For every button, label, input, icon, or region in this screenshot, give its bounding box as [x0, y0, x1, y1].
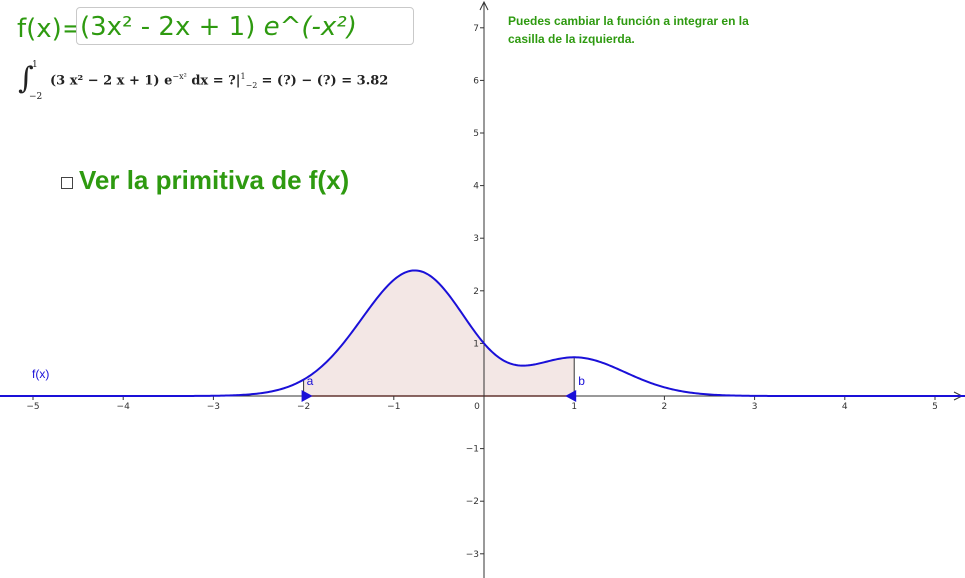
- integral-dx: dx = ?|: [186, 73, 241, 89]
- y-tick-label: 1: [473, 339, 479, 349]
- y-tick-label: 3: [473, 234, 479, 244]
- evaluation-lower: −2: [245, 80, 258, 90]
- show-primitive-label[interactable]: Ver la primitiva de f(x): [79, 165, 349, 196]
- x-tick-label: 1: [571, 402, 577, 412]
- integral-lower-limit: −2: [29, 92, 43, 102]
- integral-upper-limit: 1: [32, 60, 38, 70]
- x-tick-label: 3: [752, 402, 758, 412]
- x-tick-label: 5: [932, 402, 938, 412]
- curve-label: f(x): [32, 367, 49, 381]
- y-tick-label: 6: [473, 76, 479, 86]
- y-tick-label: 5: [473, 129, 479, 139]
- y-tick-label: −1: [466, 445, 479, 455]
- integrand: (3 x² − 2 x + 1) e: [50, 73, 173, 89]
- show-primitive-checkbox[interactable]: [61, 176, 73, 189]
- x-tick-label: −2: [297, 402, 310, 412]
- x-tick-label: −3: [207, 402, 220, 412]
- integral-area: [303, 270, 575, 396]
- integral-body: (3 x² − 2 x + 1) e−x² dx = ?|1−2 = (?) −…: [50, 72, 388, 90]
- evaluation-upper: 1: [240, 72, 246, 81]
- point-a-label: a: [307, 374, 314, 388]
- integrand-exponent: −x²: [172, 72, 187, 81]
- x-tick-label: −5: [26, 402, 39, 412]
- function-input[interactable]: (3x² - 2x + 1) e^(-x²): [76, 7, 414, 45]
- show-primitive-toggle[interactable]: Ver la primitiva de f(x): [61, 165, 349, 196]
- integral-result: = (?) − (?) = 3.82: [261, 73, 389, 89]
- function-input-exponential: e^(-x²): [263, 12, 357, 42]
- x-tick-label: 4: [842, 402, 848, 412]
- y-tick-label: 2: [473, 287, 479, 297]
- x-tick-label: 0: [474, 402, 480, 412]
- point-b-label: b: [578, 374, 585, 388]
- function-input-polynomial: (3x² - 2x + 1): [80, 12, 264, 42]
- y-tick-label: 7: [473, 24, 479, 34]
- y-tick-label: −3: [466, 550, 479, 560]
- x-tick-label: 2: [662, 402, 668, 412]
- x-tick-label: −4: [117, 402, 131, 412]
- y-tick-label: 4: [473, 182, 479, 192]
- y-tick-label: −2: [466, 497, 479, 507]
- function-label: f(x)=: [17, 14, 84, 44]
- instruction-note: Puedes cambiar la función a integrar en …: [508, 14, 749, 46]
- x-tick-label: −1: [387, 402, 400, 412]
- area-under-curve-layer: [303, 270, 575, 397]
